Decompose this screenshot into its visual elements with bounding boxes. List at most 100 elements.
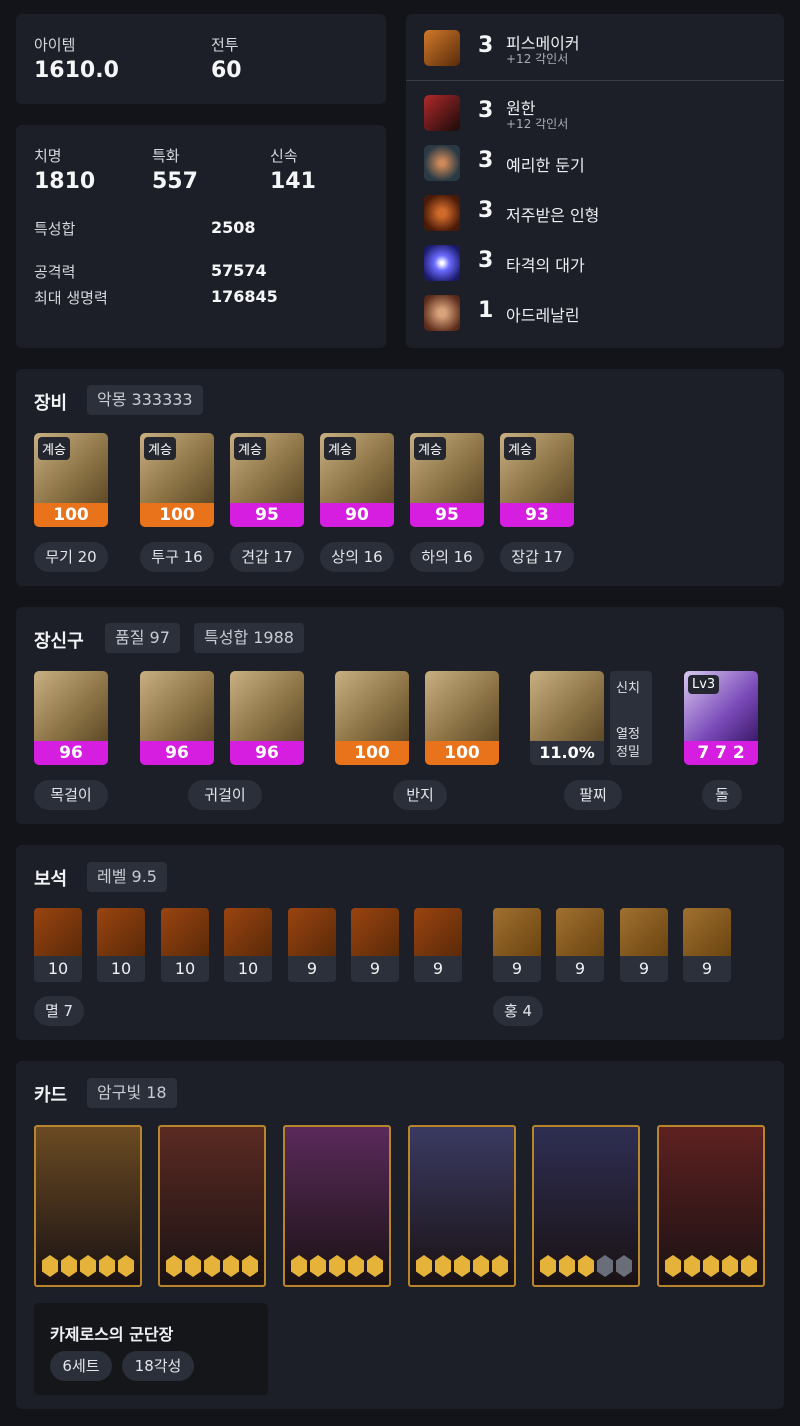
- annihilation-gem[interactable]: 10: [161, 908, 209, 982]
- crimson-gem-icon: [683, 908, 731, 956]
- attack-label: 공격력: [34, 263, 76, 281]
- accessory-ring-2[interactable]: 100: [425, 671, 499, 765]
- equipment-helmet[interactable]: 계승 100: [140, 433, 214, 527]
- card-awaken-stars: [166, 1255, 258, 1277]
- accessory-earring-2[interactable]: 96: [230, 671, 304, 765]
- annihilation-gem-icon: [97, 908, 145, 956]
- swift-label: 신속: [270, 147, 298, 165]
- quality-bar: 100: [425, 741, 499, 765]
- annihilation-gem[interactable]: 10: [34, 908, 82, 982]
- annihilation-gem[interactable]: 9: [351, 908, 399, 982]
- gem-level-chip: 레벨 9.5: [87, 862, 167, 892]
- awaken-gem-icon: [665, 1255, 681, 1277]
- engraving-name: 아드레날린: [506, 306, 580, 325]
- equipment-label: 견갑 17: [230, 542, 304, 572]
- crimson-gem[interactable]: 9: [683, 908, 731, 982]
- crimson-gem[interactable]: 9: [493, 908, 541, 982]
- awaken-gem-icon: [80, 1255, 96, 1277]
- equipment-chest[interactable]: 계승 90: [320, 433, 394, 527]
- quality-bar: 96: [34, 741, 108, 765]
- divider: [406, 80, 784, 81]
- awaken-gem-icon: [616, 1255, 632, 1277]
- annihilation-gem[interactable]: 9: [414, 908, 462, 982]
- equipment-label: 무기 20: [34, 542, 108, 572]
- card-awaken-stars: [42, 1255, 134, 1277]
- accessory-stat-chip: 특성합 1988: [194, 623, 304, 653]
- adrenaline-icon: [424, 295, 460, 331]
- annihilation-gem[interactable]: 10: [97, 908, 145, 982]
- engraving-name: 타격의 대가: [506, 256, 585, 275]
- crimson-gem[interactable]: 9: [556, 908, 604, 982]
- necklace-label: 목걸이: [34, 780, 108, 810]
- awaken-gem-icon: [99, 1255, 115, 1277]
- accessory-necklace[interactable]: 96: [34, 671, 108, 765]
- necklace-icon: [34, 671, 108, 741]
- ring-icon: [335, 671, 409, 741]
- gem-level: 9: [620, 956, 668, 982]
- bracelet-value: 11.0%: [530, 741, 604, 765]
- crimson-gem-icon: [556, 908, 604, 956]
- card-item[interactable]: [532, 1125, 640, 1287]
- engraving-item[interactable]: 1 아드레날린: [424, 291, 784, 335]
- ability-stone[interactable]: Lv3 7 7 2: [684, 671, 758, 765]
- awaken-gem-icon: [291, 1255, 307, 1277]
- card-awaken-stars: [540, 1255, 632, 1277]
- engravings-panel: 3 피스메이커 +12 각인서 3 원한 +12 각인서 3 예리한 둔기 3 …: [406, 14, 784, 348]
- equipment-weapon[interactable]: 계승 100: [34, 433, 108, 527]
- engraving-level: 3: [478, 248, 494, 273]
- card-item[interactable]: [657, 1125, 765, 1287]
- card-item[interactable]: [408, 1125, 516, 1287]
- quality-bar: 90: [320, 503, 394, 527]
- bracelet-effect: 열정: [616, 727, 640, 742]
- annihilation-gem[interactable]: 10: [224, 908, 272, 982]
- earring-icon: [140, 671, 214, 741]
- quality-bar: 95: [410, 503, 484, 527]
- equipment-gloves[interactable]: 계승 93: [500, 433, 574, 527]
- annihilation-gem[interactable]: 9: [288, 908, 336, 982]
- stat-total-value: 2508: [211, 218, 256, 237]
- card-item[interactable]: [158, 1125, 266, 1287]
- awaken-gem-icon: [242, 1255, 258, 1277]
- annihilation-gem-icon: [351, 908, 399, 956]
- quality-bar: 100: [140, 503, 214, 527]
- equipment-set-chip: 악몽 333333: [87, 385, 203, 415]
- engraving-item[interactable]: 3 피스메이커 +12 각인서: [424, 26, 784, 70]
- accessory-earring-1[interactable]: 96: [140, 671, 214, 765]
- gem-level: 10: [34, 956, 82, 982]
- awaken-gem-icon: [435, 1255, 451, 1277]
- equipment-panel: 장비 악몽 333333 계승 100 계승 100 계승 95 계승 90 계…: [16, 369, 784, 586]
- engraving-name: 예리한 둔기: [506, 156, 585, 175]
- crit-label: 치명: [34, 147, 62, 165]
- card-awaken-chip: 암구빛 18: [87, 1078, 177, 1108]
- card-item[interactable]: [34, 1125, 142, 1287]
- engraving-item[interactable]: 3 예리한 둔기: [424, 141, 784, 185]
- equipment-shoulder[interactable]: 계승 95: [230, 433, 304, 527]
- card-item[interactable]: [283, 1125, 391, 1287]
- equipment-label: 하의 16: [410, 542, 484, 572]
- accessory-bracelet[interactable]: 11.0%: [530, 671, 604, 765]
- engraving-item[interactable]: 3 원한 +12 각인서: [424, 91, 784, 135]
- annihilation-count: 멸 7: [34, 996, 84, 1026]
- engraving-item[interactable]: 3 타격의 대가: [424, 241, 784, 285]
- gem-level: 10: [97, 956, 145, 982]
- engraving-level: 3: [478, 33, 494, 58]
- succession-badge: 계승: [144, 437, 176, 460]
- earring-label: 귀걸이: [188, 780, 262, 810]
- succession-badge: 계승: [504, 437, 536, 460]
- gem-level: 9: [288, 956, 336, 982]
- awaken-gem-icon: [367, 1255, 383, 1277]
- crimson-gem[interactable]: 9: [620, 908, 668, 982]
- bracelet-effect: 신치: [616, 681, 640, 696]
- engraving-item[interactable]: 3 저주받은 인형: [424, 191, 784, 235]
- accessory-ring-1[interactable]: 100: [335, 671, 409, 765]
- cards-title: 카드: [34, 1085, 68, 1106]
- annihilation-gem-icon: [224, 908, 272, 956]
- engraving-level: 3: [478, 198, 494, 223]
- equipment-pants[interactable]: 계승 95: [410, 433, 484, 527]
- awaken-gem-icon: [741, 1255, 757, 1277]
- quality-bar: 96: [140, 741, 214, 765]
- quality-bar: 100: [34, 503, 108, 527]
- quality-bar: 96: [230, 741, 304, 765]
- crimson-count: 홍 4: [493, 996, 543, 1026]
- max-hp-value: 176845: [211, 287, 278, 306]
